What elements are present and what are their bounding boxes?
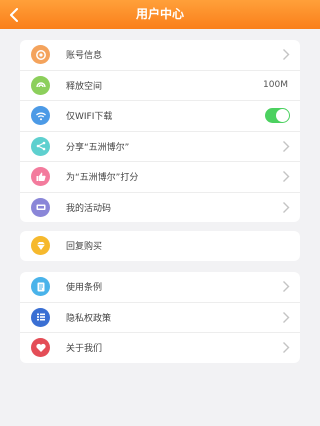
ticket-icon	[31, 197, 50, 217]
chevron-right-icon	[283, 342, 290, 353]
wifi-only-label: 仅WIFI下载	[66, 112, 113, 123]
free-space-label: 释放空间	[66, 81, 103, 92]
terms-label: 使用条例	[66, 283, 103, 294]
chevron-right-icon	[283, 311, 290, 323]
list-icon	[31, 307, 50, 327]
storage-icon	[31, 75, 50, 95]
free-space-value: 100M	[263, 80, 288, 91]
activity-code-label: 我的活动码	[66, 203, 112, 214]
settings-group-purchase: 回复购买	[20, 231, 300, 261]
diamond-icon	[31, 236, 50, 255]
terms-item[interactable]: 使用条例	[20, 272, 300, 303]
account-info-label: 账号信息	[66, 51, 103, 62]
settings-group-about: 使用条例 隐私权政策 关于我们	[20, 272, 300, 363]
wifi-only-toggle[interactable]	[265, 108, 290, 123]
share-icon	[31, 136, 50, 156]
thumb-up-icon	[31, 167, 50, 186]
restore-purchase-item[interactable]: 回复购买	[20, 231, 300, 261]
rate-item[interactable]: 为“五洲博尔”打分	[20, 162, 300, 193]
privacy-policy-label: 隐私权政策	[66, 313, 112, 324]
document-icon	[31, 277, 50, 296]
share-label: 分享“五洲博尔”	[66, 142, 130, 153]
wifi-icon	[31, 106, 50, 125]
free-space-item[interactable]: 释放空间 100M	[20, 71, 300, 101]
chevron-right-icon	[283, 49, 290, 60]
toggle-knob	[276, 109, 289, 122]
chevron-right-icon	[283, 281, 290, 292]
wifi-only-item: 仅WIFI下载	[20, 101, 300, 132]
rate-label: 为“五洲博尔”打分	[66, 173, 139, 184]
restore-purchase-label: 回复购买	[66, 242, 103, 253]
chevron-right-icon	[283, 140, 290, 152]
chevron-right-icon	[283, 201, 290, 213]
settings-group-main: 账号信息 释放空间 100M 仅WIFI下载 分享“五洲博尔” 为“五洲博尔”打…	[20, 40, 300, 222]
about-us-label: 关于我们	[66, 344, 103, 355]
page-title: 用户中心	[135, 7, 184, 21]
activity-code-item[interactable]: 我的活动码	[20, 193, 300, 223]
account-icon	[31, 45, 50, 64]
privacy-policy-item[interactable]: 隐私权政策	[20, 303, 300, 333]
top-navigation-bar: 用户中心	[0, 0, 320, 29]
chevron-right-icon	[283, 171, 290, 182]
heart-icon	[31, 338, 50, 357]
account-info-item[interactable]: 账号信息	[20, 40, 300, 71]
about-us-item[interactable]: 关于我们	[20, 333, 300, 363]
share-item[interactable]: 分享“五洲博尔”	[20, 132, 300, 162]
